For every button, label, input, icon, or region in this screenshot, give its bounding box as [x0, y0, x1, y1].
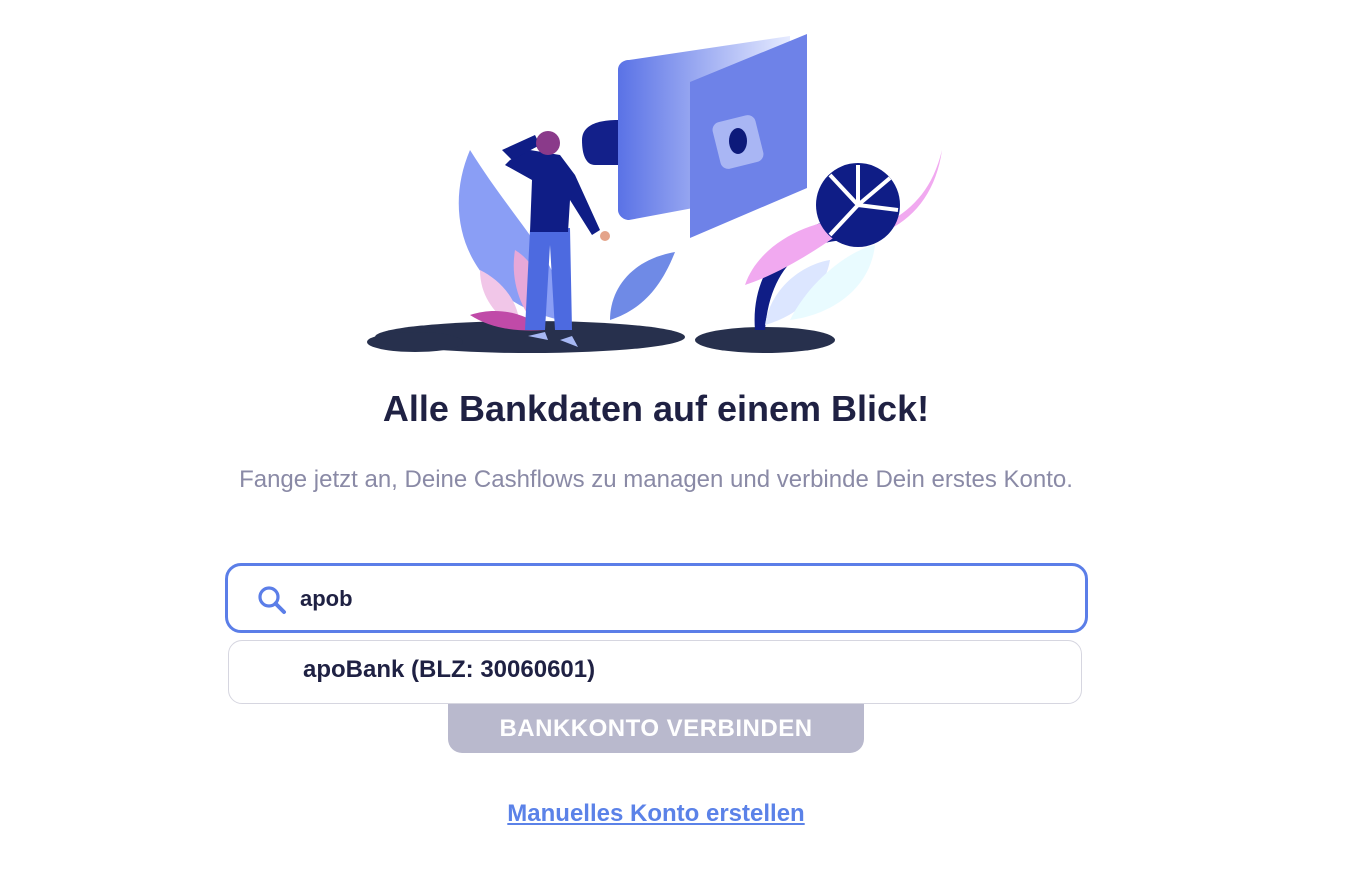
bank-illustration: [367, 34, 942, 353]
create-manual-account-link: Manuelles Konto erstellen: [0, 800, 1312, 828]
bank-search-input[interactable]: [300, 578, 1060, 620]
manual-account-link-label[interactable]: Manuelles Konto erstellen: [507, 800, 804, 827]
ground-shadow-right: [695, 327, 835, 353]
suggestion-item-apobank[interactable]: apoBank (BLZ: 30060601): [303, 656, 595, 684]
page-subtitle: Fange jetzt an, Deine Cashflows zu manag…: [239, 466, 1073, 493]
search-icon: [256, 584, 288, 616]
page-title: Alle Bankdaten auf einem Blick!: [382, 388, 930, 429]
search-suggestions: apoBank (BLZ: 30060601): [228, 640, 1082, 704]
bank-search-box[interactable]: [225, 563, 1088, 633]
